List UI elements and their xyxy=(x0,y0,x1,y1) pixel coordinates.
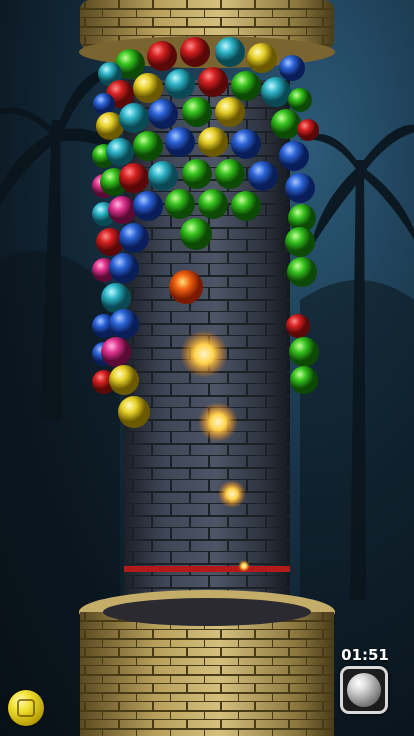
tower-base xyxy=(79,590,335,736)
ball-blue[interactable] xyxy=(231,129,261,159)
ball-yellow[interactable] xyxy=(109,365,139,395)
ball-cyan[interactable] xyxy=(165,69,195,99)
game-scene[interactable] xyxy=(0,0,414,736)
ball-red[interactable] xyxy=(119,163,149,193)
ball-blue[interactable] xyxy=(248,161,278,191)
ball-green[interactable] xyxy=(289,337,319,367)
ball-blue[interactable] xyxy=(93,93,115,115)
ball-red[interactable] xyxy=(286,314,310,338)
ball-red[interactable] xyxy=(198,67,228,97)
ball-green[interactable] xyxy=(287,257,317,287)
ball-cyan[interactable] xyxy=(215,37,245,67)
ball-green[interactable] xyxy=(133,131,163,161)
ball-cyan[interactable] xyxy=(261,77,291,107)
ball-red[interactable] xyxy=(147,41,177,71)
ball-pink[interactable] xyxy=(101,337,131,367)
ball-yellow[interactable] xyxy=(133,73,163,103)
ball-green[interactable] xyxy=(285,227,315,257)
ball-blue[interactable] xyxy=(148,99,178,129)
next-ball-yellow[interactable] xyxy=(8,690,44,726)
ball-green[interactable] xyxy=(231,71,261,101)
timer-display: 01:51 xyxy=(341,646,389,664)
ball-pink[interactable] xyxy=(108,196,136,224)
ball-cyan[interactable] xyxy=(106,138,134,166)
ball-red[interactable] xyxy=(180,37,210,67)
bomb-powerup-button[interactable] xyxy=(340,666,388,714)
ball-blue[interactable] xyxy=(119,223,149,253)
ball-yellow[interactable] xyxy=(118,396,150,428)
ball-cyan[interactable] xyxy=(119,103,149,133)
ball-blue[interactable] xyxy=(285,173,315,203)
ball-blue[interactable] xyxy=(109,309,139,339)
ball-green[interactable] xyxy=(215,159,245,189)
ball-yellow[interactable] xyxy=(198,127,228,157)
ball-cyan[interactable] xyxy=(148,161,178,191)
ball-red[interactable] xyxy=(297,119,319,141)
ball-blue[interactable] xyxy=(109,253,139,283)
ball-green[interactable] xyxy=(165,189,195,219)
ball-green[interactable] xyxy=(288,88,312,112)
ball-blue[interactable] xyxy=(165,127,195,157)
ball-blue[interactable] xyxy=(279,141,309,171)
ball-green[interactable] xyxy=(290,366,318,394)
ball-blue[interactable] xyxy=(279,55,305,81)
fireball-projectile xyxy=(169,270,203,304)
danger-line xyxy=(124,566,290,572)
ball-glyph-icon xyxy=(17,699,35,717)
ball-yellow[interactable] xyxy=(247,43,277,73)
ball-yellow[interactable] xyxy=(215,97,245,127)
ball-blue[interactable] xyxy=(133,191,163,221)
ball-green[interactable] xyxy=(182,159,212,189)
bomb-ball-icon xyxy=(347,673,381,707)
ball-green[interactable] xyxy=(231,191,261,221)
ball-green[interactable] xyxy=(180,218,212,250)
ball-cyan[interactable] xyxy=(101,283,131,313)
ball-green[interactable] xyxy=(271,109,301,139)
ball-green[interactable] xyxy=(182,97,212,127)
ball-green[interactable] xyxy=(198,189,228,219)
